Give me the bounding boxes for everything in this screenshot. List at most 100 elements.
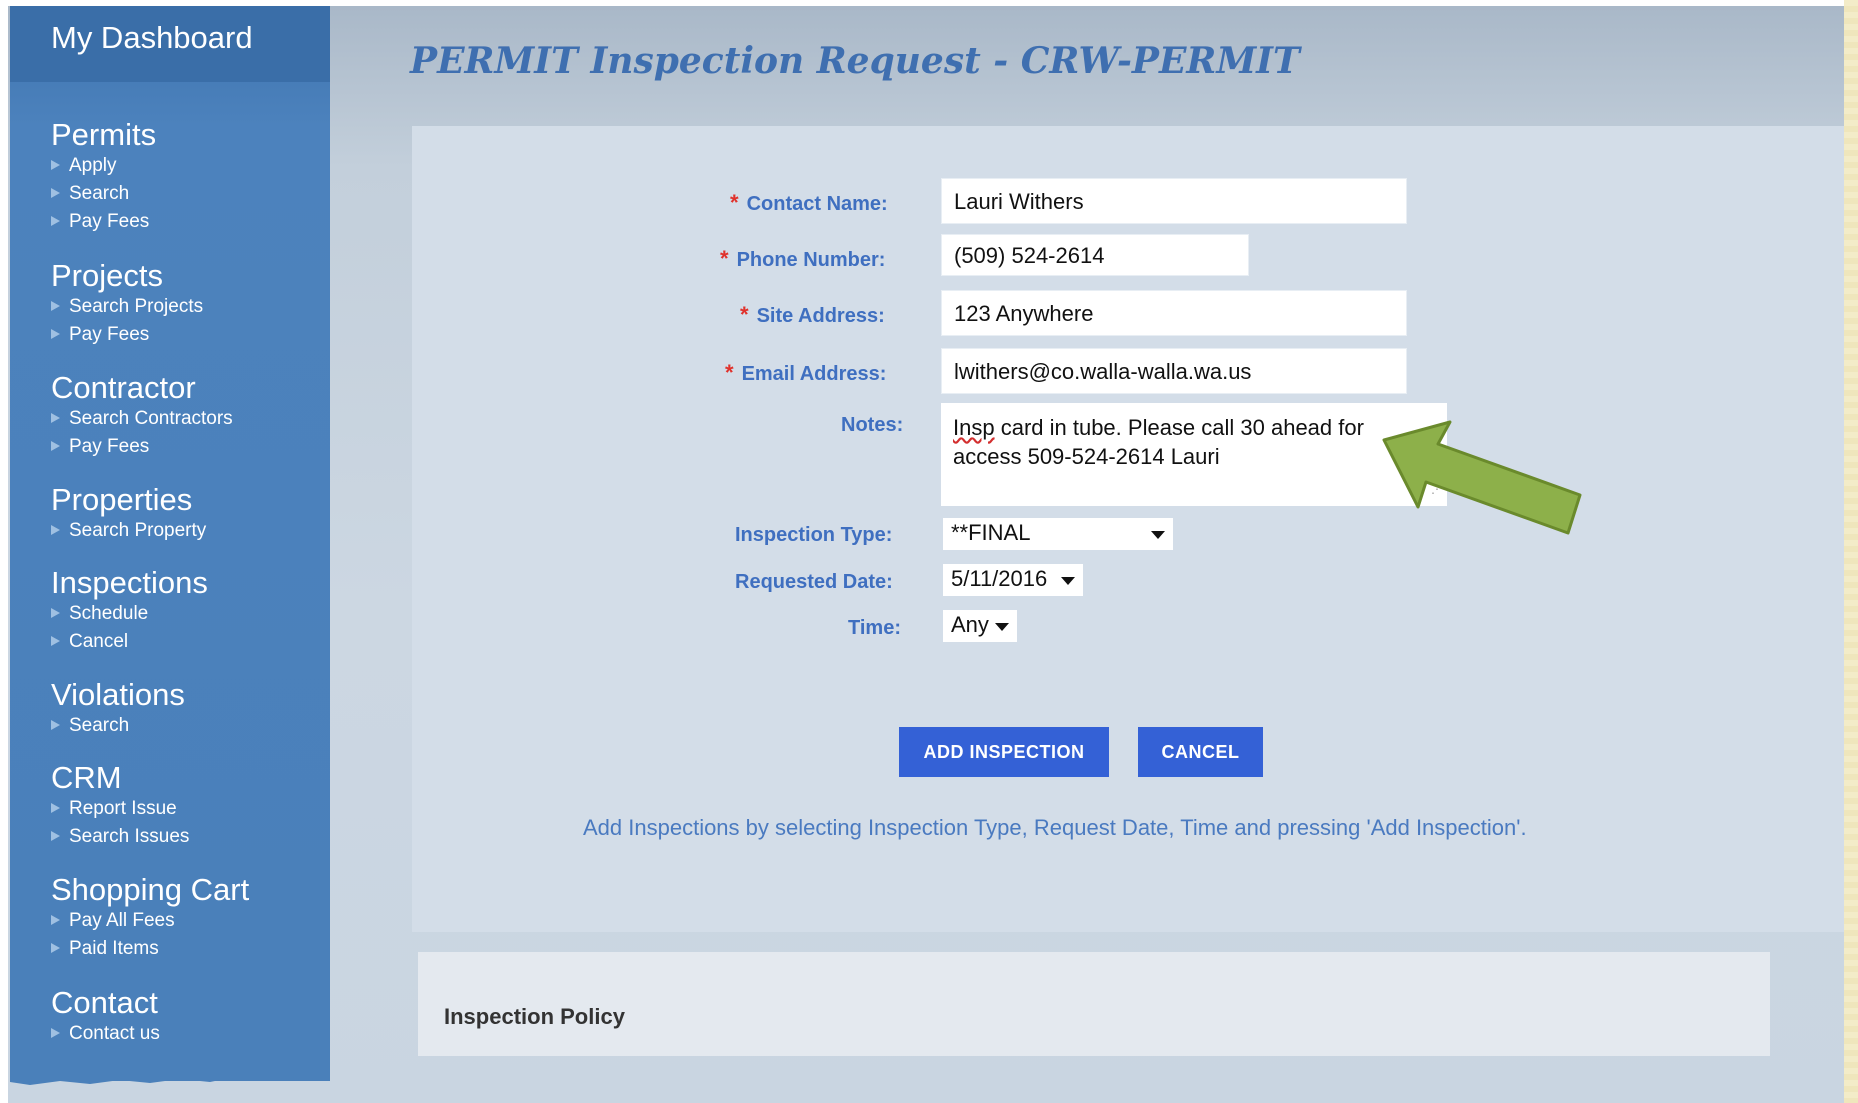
triangle-bullet-icon	[51, 413, 60, 423]
triangle-bullet-icon	[51, 301, 60, 311]
requested-date-label: Requested Date:	[735, 571, 893, 593]
sidebar-link-label: Search	[69, 183, 130, 204]
inspection-policy-box: Inspection Policy	[418, 952, 1770, 1056]
sidebar-link[interactable]: Apply	[51, 152, 331, 180]
sidebar-heading[interactable]: Permits	[51, 118, 331, 152]
sidebar-section-projects: Projects Search Projects Pay Fees	[51, 259, 331, 349]
sidebar-link[interactable]: Schedule	[51, 600, 331, 628]
sidebar-link-label: Apply	[69, 155, 117, 176]
triangle-bullet-icon	[51, 943, 60, 953]
sidebar-link-label: Pay Fees	[69, 436, 150, 457]
inspection-type-label: Inspection Type:	[735, 524, 893, 546]
requested-date-value: 5/11/2016	[951, 566, 1048, 591]
cancel-button[interactable]: CANCEL	[1138, 727, 1263, 777]
notes-line1: card in tube. Please call 30 ahead for	[994, 415, 1364, 440]
sidebar-link[interactable]: Contact us	[51, 1020, 331, 1048]
sidebar-link-label: Cancel	[69, 631, 129, 652]
sidebar-heading[interactable]: Properties	[51, 483, 331, 517]
time-select[interactable]: Any	[943, 610, 1017, 642]
triangle-bullet-icon	[51, 636, 60, 646]
required-mark: *	[740, 302, 749, 327]
sidebar-link-label: Pay All Fees	[69, 910, 175, 931]
chevron-down-icon	[1151, 531, 1165, 539]
sidebar-torn-edge	[10, 1068, 330, 1085]
dashboard-header[interactable]: My Dashboard	[10, 6, 330, 82]
inspection-type-select[interactable]: **FINAL	[943, 518, 1173, 550]
email-address-label: * Email Address:	[725, 360, 887, 385]
sidebar-heading[interactable]: Projects	[51, 259, 331, 293]
sidebar-link-label: Schedule	[69, 603, 149, 624]
email-address-field[interactable]: lwithers@co.walla-walla.wa.us	[941, 348, 1407, 394]
sidebar-link[interactable]: Search	[51, 712, 331, 740]
required-mark: *	[730, 190, 739, 215]
notes-line2: access 509-524-2614 Lauri	[953, 444, 1220, 469]
sidebar-link-label: Pay Fees	[69, 324, 150, 345]
sidebar-link[interactable]: Pay Fees	[51, 208, 331, 236]
sidebar-link-label: Search Property	[69, 520, 207, 541]
app-frame: My Dashboard Permits Apply Search Pay Fees P…	[0, 0, 1858, 1103]
sidebar-heading[interactable]: Contractor	[51, 371, 331, 405]
sidebar-link[interactable]: Pay Fees	[51, 433, 331, 461]
page-title: PERMIT Inspection Request - CRW-PERMIT	[410, 40, 1300, 82]
phone-number-field[interactable]: (509) 524-2614	[941, 234, 1249, 276]
sidebar-section-contractor: Contractor Search Contractors Pay Fees	[51, 371, 331, 461]
sidebar-section-violations: Violations Search	[51, 678, 331, 740]
inspection-type-value: **FINAL	[951, 520, 1031, 545]
notes-textarea[interactable]: Insp card in tube. Please call 30 ahead …	[941, 403, 1447, 506]
green-arrow-icon	[1382, 420, 1582, 535]
triangle-bullet-icon	[51, 915, 60, 925]
triangle-bullet-icon	[51, 441, 60, 451]
notes-misspelled-word: Insp	[953, 415, 995, 440]
sidebar-section-shopping-cart: Shopping Cart Pay All Fees Paid Items	[51, 873, 331, 963]
site-address-label: * Site Address:	[740, 302, 885, 327]
chevron-down-icon	[995, 623, 1009, 631]
time-label: Time:	[848, 617, 901, 639]
sidebar-link[interactable]: Cancel	[51, 628, 331, 656]
required-mark: *	[725, 360, 734, 385]
sidebar-section-inspections: Inspections Schedule Cancel	[51, 566, 331, 656]
sidebar-link-label: Contact us	[69, 1023, 160, 1044]
contact-name-field[interactable]: Lauri Withers	[941, 178, 1407, 224]
triangle-bullet-icon	[51, 803, 60, 813]
inspection-policy-title[interactable]: Inspection Policy	[444, 1004, 625, 1030]
triangle-bullet-icon	[51, 608, 60, 618]
sidebar-heading[interactable]: Shopping Cart	[51, 873, 331, 907]
requested-date-select[interactable]: 5/11/2016	[943, 564, 1083, 596]
sidebar-link[interactable]: Search Property	[51, 517, 331, 545]
sidebar-link[interactable]: Report Issue	[51, 795, 331, 823]
sidebar-heading[interactable]: CRM	[51, 761, 331, 795]
sidebar-heading[interactable]: Violations	[51, 678, 331, 712]
phone-number-label: * Phone Number:	[720, 246, 886, 271]
triangle-bullet-icon	[51, 831, 60, 841]
sidebar-link[interactable]: Pay All Fees	[51, 907, 331, 935]
contact-name-label: * Contact Name:	[730, 190, 888, 215]
sidebar-link[interactable]: Search Projects	[51, 293, 331, 321]
sidebar-link[interactable]: Search	[51, 180, 331, 208]
triangle-bullet-icon	[51, 216, 60, 226]
sidebar-link[interactable]: Pay Fees	[51, 321, 331, 349]
sidebar-heading[interactable]: Contact	[51, 986, 331, 1020]
sidebar-link[interactable]: Search Issues	[51, 823, 331, 851]
triangle-bullet-icon	[51, 525, 60, 535]
sidebar-section-properties: Properties Search Property	[51, 483, 331, 545]
chevron-down-icon	[1061, 577, 1075, 585]
sidebar-section-permits: Permits Apply Search Pay Fees	[51, 118, 331, 236]
sidebar-link-label: Report Issue	[69, 798, 177, 819]
triangle-bullet-icon	[51, 160, 60, 170]
sidebar: My Dashboard Permits Apply Search Pay Fees P…	[10, 6, 330, 1081]
sidebar-link-label: Search Contractors	[69, 408, 233, 429]
right-edge-decoration	[1844, 0, 1858, 1103]
required-mark: *	[720, 246, 729, 271]
sidebar-link-label: Pay Fees	[69, 211, 150, 232]
add-inspection-button[interactable]: ADD INSPECTION	[899, 727, 1109, 777]
sidebar-section-contact: Contact Contact us	[51, 986, 331, 1048]
time-value: Any	[951, 612, 989, 637]
site-address-field[interactable]: 123 Anywhere	[941, 290, 1407, 336]
sidebar-section-crm: CRM Report Issue Search Issues	[51, 761, 331, 851]
sidebar-link[interactable]: Search Contractors	[51, 405, 331, 433]
notes-label: Notes:	[841, 414, 904, 436]
dashboard-title[interactable]: My Dashboard	[51, 20, 253, 56]
sidebar-link[interactable]: Paid Items	[51, 935, 331, 963]
triangle-bullet-icon	[51, 188, 60, 198]
sidebar-heading[interactable]: Inspections	[51, 566, 331, 600]
